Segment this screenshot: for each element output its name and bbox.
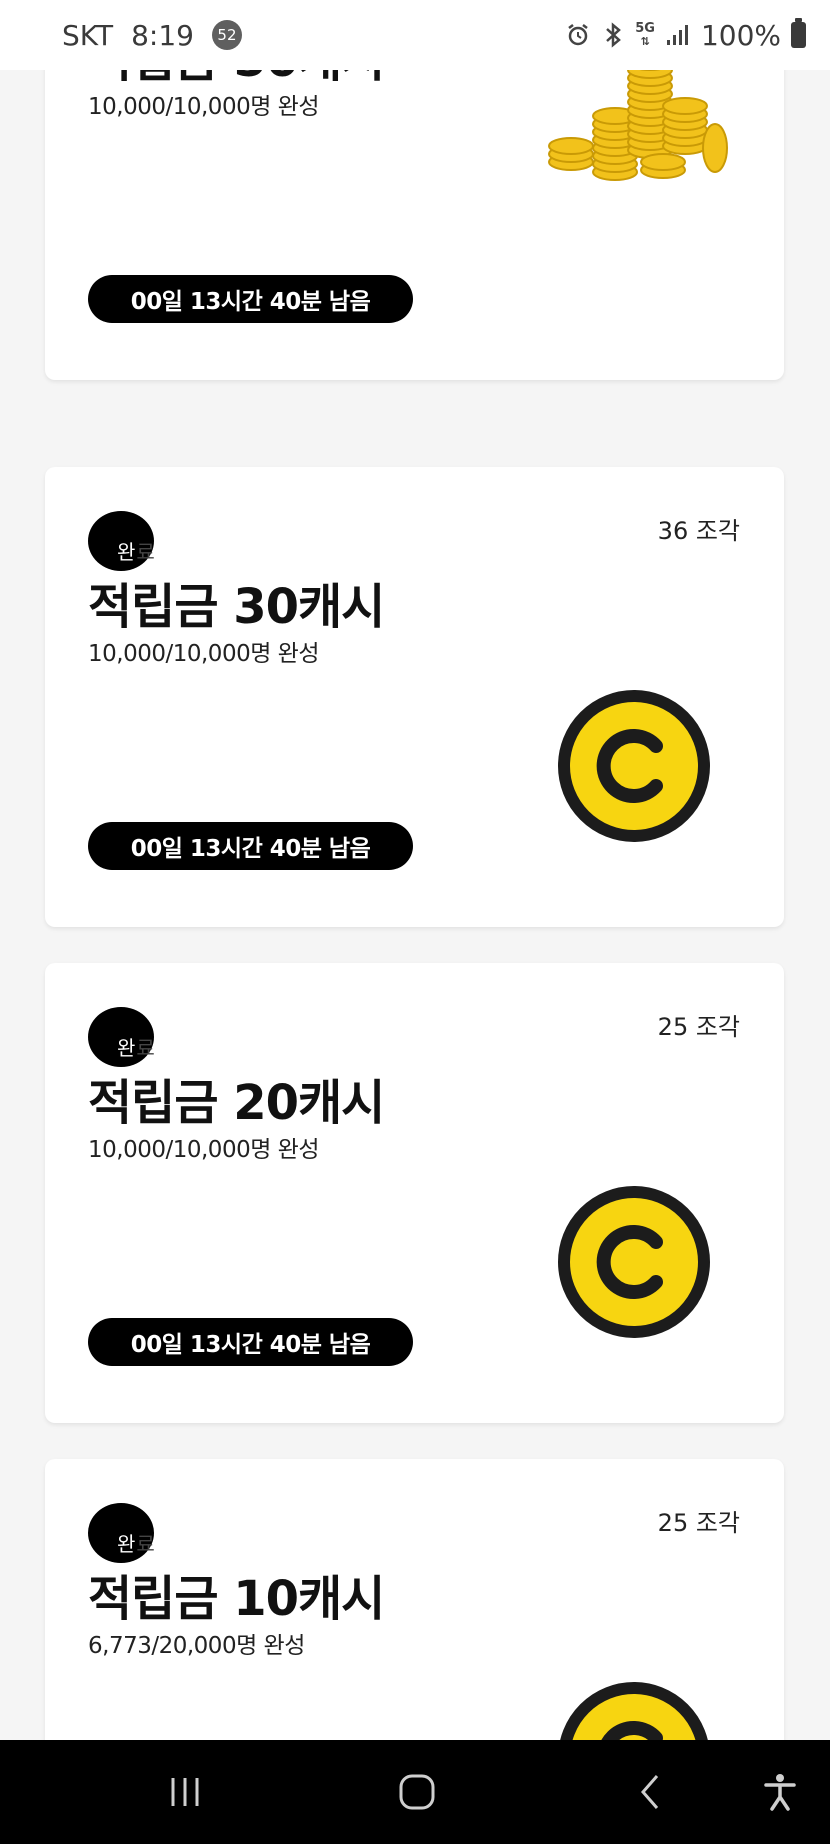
- alarm-icon: [565, 22, 591, 48]
- battery-percent: 100%: [700, 18, 781, 52]
- back-button[interactable]: [630, 1760, 670, 1824]
- back-icon: [641, 1775, 659, 1809]
- network-5g-icon: 5G ⇅: [635, 21, 655, 48]
- participant-progress: 6,773/20,000명 완성: [88, 1633, 305, 1659]
- reward-card-10[interactable]: 완료 25 조각 적립금 10캐시 6,773/20,000명 완성: [45, 1459, 784, 1740]
- time-remaining-pill: 00일 13시간 40분 남음: [88, 275, 413, 323]
- signal-icon: [665, 23, 691, 47]
- time-remaining-pill: 00일 13시간 40분 남음: [88, 822, 413, 870]
- recent-apps-icon: [171, 1778, 199, 1806]
- card-title: 적립금 20캐시: [88, 1075, 385, 1131]
- reward-list[interactable]: 적립금 50캐시 10,000/10,000명 완성 00일 13시간 40분 …: [0, 0, 830, 1740]
- reward-card-20[interactable]: 완료 25 조각 적립금 20캐시 10,000/10,000명 완성 00일 …: [45, 963, 784, 1423]
- done-label: 완료: [117, 1036, 156, 1060]
- c-coin-icon: [558, 1186, 710, 1338]
- card-title: 적립금 10캐시: [88, 1571, 385, 1627]
- recent-apps-button[interactable]: [160, 1760, 210, 1824]
- accessibility-button[interactable]: [760, 1760, 800, 1824]
- participant-progress: 10,000/10,000명 완성: [88, 641, 320, 667]
- network-type-label: 5G: [635, 21, 655, 36]
- notification-count-badge: 52: [211, 20, 242, 50]
- participant-progress: 10,000/10,000명 완성: [88, 94, 320, 120]
- pieces-count: 25 조각: [657, 1013, 740, 1041]
- home-button[interactable]: [392, 1760, 442, 1824]
- accessibility-icon: [764, 1774, 796, 1811]
- pieces-count: 36 조각: [657, 517, 740, 545]
- participant-progress: 10,000/10,000명 완성: [88, 1137, 320, 1163]
- bluetooth-icon: [601, 22, 625, 48]
- card-title: 적립금 30캐시: [88, 579, 385, 635]
- done-label: 완료: [117, 1532, 156, 1556]
- status-bar: SKT 8:19 52 5G ⇅ 100%: [0, 0, 830, 70]
- c-coin-icon: [558, 690, 710, 842]
- clock: 8:19: [131, 18, 194, 52]
- system-nav-bar: [0, 1740, 830, 1844]
- pieces-count: 25 조각: [657, 1509, 740, 1537]
- home-icon: [399, 1774, 435, 1810]
- carrier-name: SKT: [62, 18, 114, 52]
- battery-icon: [791, 18, 806, 48]
- time-remaining-pill: 00일 13시간 40분 남음: [88, 1318, 413, 1366]
- c-coin-icon: [560, 1682, 708, 1740]
- done-label: 완료: [117, 540, 156, 564]
- reward-card-30[interactable]: 완료 36 조각 적립금 30캐시 10,000/10,000명 완성 00일 …: [45, 467, 784, 927]
